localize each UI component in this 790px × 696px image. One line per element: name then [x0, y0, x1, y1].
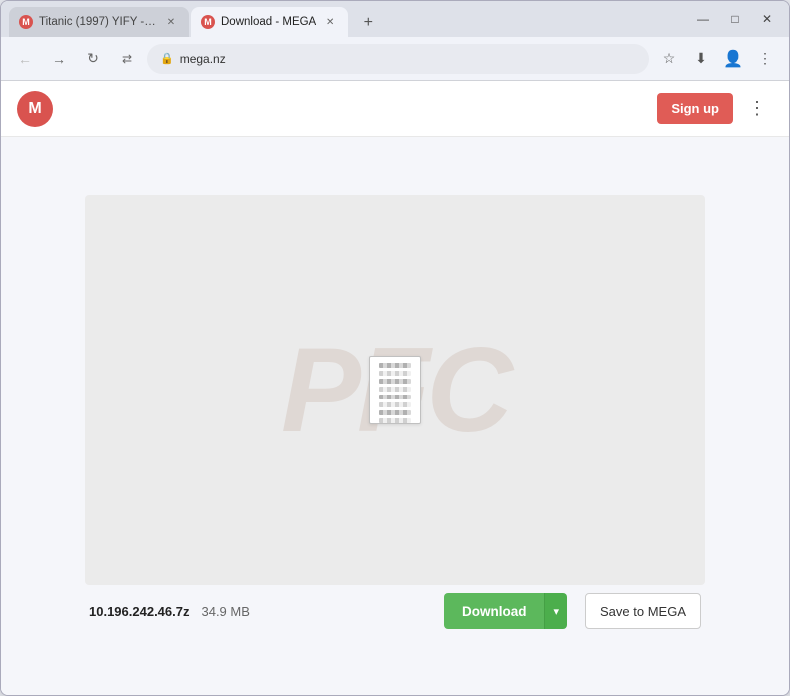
lock-icon: 🔒 — [160, 52, 174, 65]
address-actions: ☆ ⬇ 👤 ⋮ — [655, 45, 779, 73]
close-button[interactable]: ✕ — [753, 5, 781, 33]
mega-header: M Sign up ⋮ — [1, 81, 789, 137]
file-info-bar: 10.196.242.46.7z 34.9 MB Download ▾ Save… — [85, 585, 705, 637]
mega-logo: M — [17, 91, 53, 127]
mega-menu-button[interactable]: ⋮ — [741, 93, 773, 125]
archive-stripe-7 — [379, 410, 411, 415]
archive-stripe-4 — [379, 387, 411, 392]
archive-icon-wrapper — [369, 356, 421, 424]
profile-button[interactable]: 👤 — [719, 45, 747, 73]
download-indicator-button[interactable]: ⬇ — [687, 45, 715, 73]
archive-stripe-3 — [379, 379, 411, 384]
refresh-button[interactable]: ↻ — [79, 45, 107, 73]
address-bar: ← → ↻ ⇄ 🔒 mega.nz ☆ ⬇ 👤 ⋮ — [1, 37, 789, 81]
tab1-favicon: M — [19, 15, 33, 29]
browser-window: M Titanic (1997) YIFY - Download... ✕ M … — [0, 0, 790, 696]
archive-stripe-2 — [379, 371, 411, 376]
new-tab-button[interactable]: + — [354, 9, 382, 37]
tab2-favicon: M — [201, 15, 215, 29]
forward-button[interactable]: → — [45, 45, 73, 73]
archive-icon — [369, 356, 421, 424]
tab1-title: Titanic (1997) YIFY - Download... — [39, 16, 157, 28]
archive-stripe-1 — [379, 363, 411, 368]
minimize-button[interactable]: — — [689, 5, 717, 33]
title-bar: M Titanic (1997) YIFY - Download... ✕ M … — [1, 1, 789, 37]
maximize-button[interactable]: □ — [721, 5, 749, 33]
tab2-title: Download - MEGA — [221, 16, 316, 28]
cast-button[interactable]: ⇄ — [113, 45, 141, 73]
menu-button[interactable]: ⋮ — [751, 45, 779, 73]
file-preview-box: PFC — [85, 195, 705, 585]
archive-stripe-6 — [379, 402, 411, 407]
url-bar[interactable]: 🔒 mega.nz — [147, 44, 649, 74]
url-text: mega.nz — [180, 52, 226, 66]
archive-stripe-5 — [379, 395, 411, 400]
back-button[interactable]: ← — [11, 45, 39, 73]
download-dropdown-button[interactable]: ▾ — [544, 593, 567, 629]
page-content: M Sign up ⋮ PFC — [1, 81, 789, 695]
save-to-mega-button[interactable]: Save to MEGA — [585, 593, 701, 629]
file-name: 10.196.242.46.7z — [89, 604, 189, 619]
tab-1[interactable]: M Titanic (1997) YIFY - Download... ✕ — [9, 7, 189, 37]
tab-2[interactable]: M Download - MEGA ✕ — [191, 7, 348, 37]
download-button[interactable]: Download — [444, 593, 545, 629]
file-area: PFC 10.1 — [1, 137, 789, 695]
download-btn-group: Download ▾ — [444, 593, 567, 629]
tab-group: M Titanic (1997) YIFY - Download... ✕ M … — [9, 1, 685, 37]
tab1-close[interactable]: ✕ — [163, 14, 179, 30]
bookmark-button[interactable]: ☆ — [655, 45, 683, 73]
sign-up-button[interactable]: Sign up — [657, 93, 733, 124]
window-controls: — □ ✕ — [689, 5, 781, 33]
archive-stripe-8 — [379, 418, 411, 423]
file-size: 34.9 MB — [201, 604, 249, 619]
tab2-close[interactable]: ✕ — [322, 14, 338, 30]
